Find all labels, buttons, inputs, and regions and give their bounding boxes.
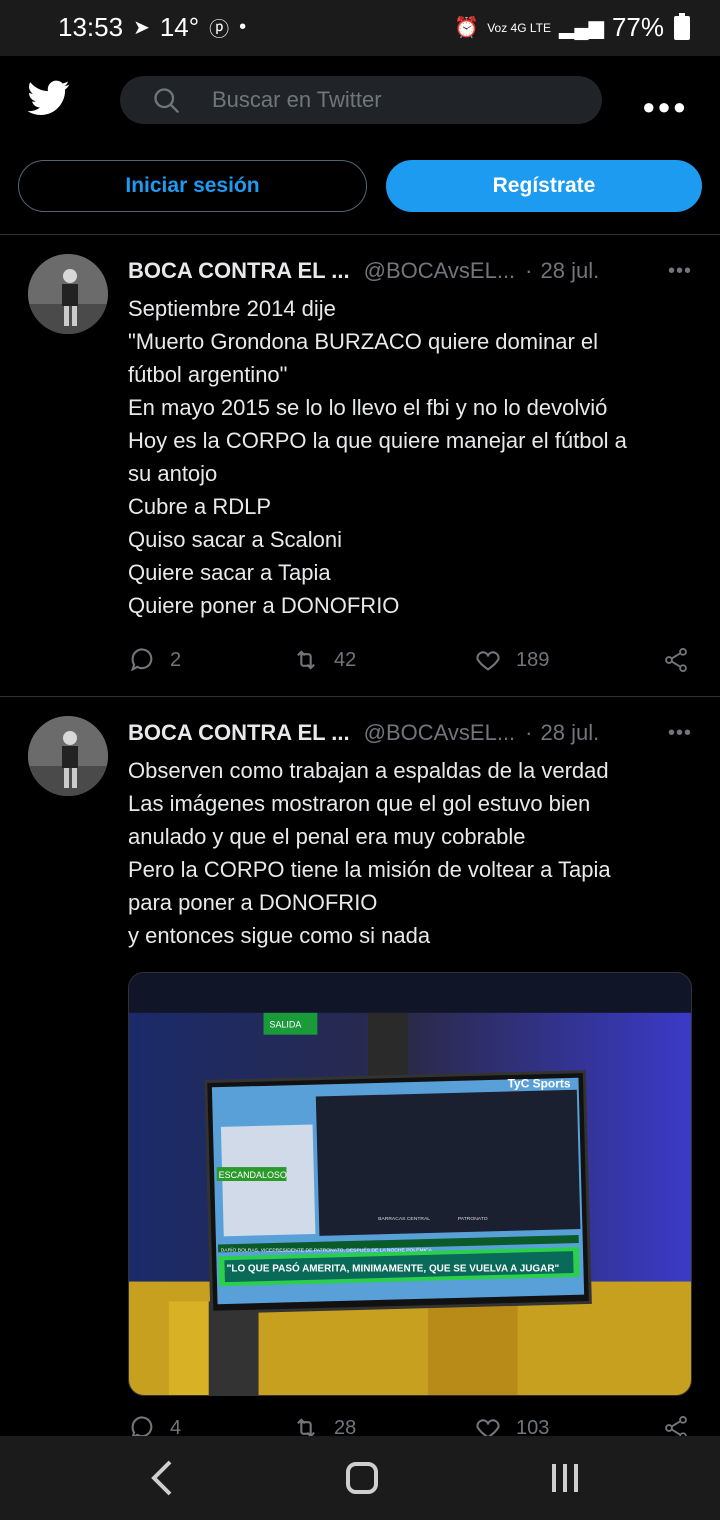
tweet-line: anulado y que el penal era muy cobrable xyxy=(128,824,526,849)
author-handle[interactable]: @BOCAvsEL... xyxy=(364,720,516,745)
tv-headline: "LO QUE PASÓ AMERITA, MINIMAMENTE, QUE S… xyxy=(227,1263,560,1275)
divider xyxy=(0,234,720,235)
status-bar: 13:53 ➤ 14° ⓟ • ⏰ Voz 4G LTE ▂▄▆ 77% xyxy=(0,0,720,56)
tweet-more-icon[interactable]: ••• xyxy=(668,722,692,745)
author-handle[interactable]: @BOCAvsEL... xyxy=(364,258,516,283)
tweet-line: para poner a DONOFRIO xyxy=(128,890,378,915)
avatar[interactable] xyxy=(28,254,108,334)
recent-apps-icon[interactable] xyxy=(548,1458,582,1498)
signal-icon: ▂▄▆ xyxy=(559,17,604,39)
search-input[interactable]: Buscar en Twitter xyxy=(120,76,602,124)
author-name[interactable]: BOCA CONTRA EL ... xyxy=(128,720,350,745)
heart-icon xyxy=(476,651,500,671)
tweet-line: Pero la CORPO tiene la misión de voltear… xyxy=(128,857,611,882)
tweet-header: BOCA CONTRA EL ... @BOCAvsEL... · 28 jul. xyxy=(128,258,692,288)
login-button[interactable]: Iniciar sesión xyxy=(18,160,367,212)
tweet-more-icon[interactable]: ••• xyxy=(668,260,692,283)
avatar[interactable] xyxy=(28,716,108,796)
share-icon xyxy=(665,647,687,673)
tweet-line: Observen como trabajan a espaldas de la … xyxy=(128,758,609,783)
pinterest-icon: ⓟ xyxy=(209,19,230,41)
top-bar: Buscar en Twitter ●●● xyxy=(0,56,720,148)
tweet-line: Quiso sacar a Scaloni xyxy=(128,527,342,552)
tweet-line: Hoy es la CORPO la que quiere manejar el… xyxy=(128,428,627,453)
tv-tag: ESCANDALOSO xyxy=(219,1170,287,1180)
telegram-icon: ➤ xyxy=(133,17,150,39)
tweet-line: Septiembre 2014 dije xyxy=(128,296,336,321)
exit-sign: SALIDA xyxy=(270,1020,302,1030)
separator-dot: · xyxy=(525,258,533,283)
author-name[interactable]: BOCA CONTRA EL ... xyxy=(128,258,350,283)
reply-button[interactable]: 2 xyxy=(128,646,181,674)
tweet-date[interactable]: 28 jul. xyxy=(541,258,600,283)
battery-percent: 77% xyxy=(611,12,664,42)
tweet-actions: 2 42 189 xyxy=(128,646,698,686)
signup-button[interactable]: Regístrate xyxy=(386,160,702,212)
search-icon xyxy=(154,88,179,113)
tweet-line: Quiere sacar a Tapia xyxy=(128,560,331,585)
tweet-line: y entonces sigue como si nada xyxy=(128,923,431,948)
back-icon[interactable] xyxy=(148,1458,176,1498)
like-button[interactable]: 189 xyxy=(474,646,549,674)
home-icon[interactable] xyxy=(344,1458,380,1498)
tweet-line: Cubre a RDLP xyxy=(128,494,272,519)
search-placeholder: Buscar en Twitter xyxy=(212,87,382,112)
temperature: 14° xyxy=(159,12,200,42)
notification-dot: • xyxy=(239,16,247,38)
tweet-line: "Muerto Grondona BURZACO quiere dominar … xyxy=(128,329,599,354)
network-type: Voz 4G LTE xyxy=(487,20,552,35)
share-button[interactable] xyxy=(662,646,690,674)
channel-logo: TyC Sports xyxy=(508,1076,571,1090)
tweet-date[interactable]: 28 jul. xyxy=(541,720,600,745)
battery-icon xyxy=(674,13,690,40)
twitter-logo-icon[interactable] xyxy=(28,80,70,116)
system-nav-bar xyxy=(0,1436,720,1520)
tweet-line: Quiere poner a DONOFRIO xyxy=(128,593,400,618)
reply-icon xyxy=(130,648,153,672)
retweet-icon xyxy=(297,650,315,670)
like-count: 189 xyxy=(516,648,550,671)
tweet-line: Las imágenes mostraron que el gol estuvo… xyxy=(128,791,591,816)
tweet-media-image[interactable]: SALIDA TyC Sports ESCANDALOSO BARRACAS C… xyxy=(128,972,692,1396)
clock: 13:53 xyxy=(58,12,124,42)
score-left: BARRACAS CENTRAL xyxy=(378,1216,430,1222)
alarm-icon: ⏰ xyxy=(454,17,480,39)
retweet-count: 42 xyxy=(334,648,357,671)
tweet-text: Observen como trabajan a espaldas de la … xyxy=(128,754,698,952)
more-options-icon[interactable]: ●●● xyxy=(642,94,688,120)
tweet-line: fútbol argentino" xyxy=(128,362,288,387)
score-right: PATRONATO xyxy=(458,1216,488,1222)
reply-count: 2 xyxy=(170,648,182,671)
tweet-line: su antojo xyxy=(128,461,218,486)
separator-dot: · xyxy=(525,720,533,745)
tweet-line: En mayo 2015 se lo lo llevo el fbi y no … xyxy=(128,395,608,420)
divider xyxy=(0,696,720,697)
tweet-header: BOCA CONTRA EL ... @BOCAvsEL... · 28 jul. xyxy=(128,720,692,750)
tweet-text: Septiembre 2014 dije "Muerto Grondona BU… xyxy=(128,292,698,622)
retweet-button[interactable]: 42 xyxy=(292,646,356,674)
